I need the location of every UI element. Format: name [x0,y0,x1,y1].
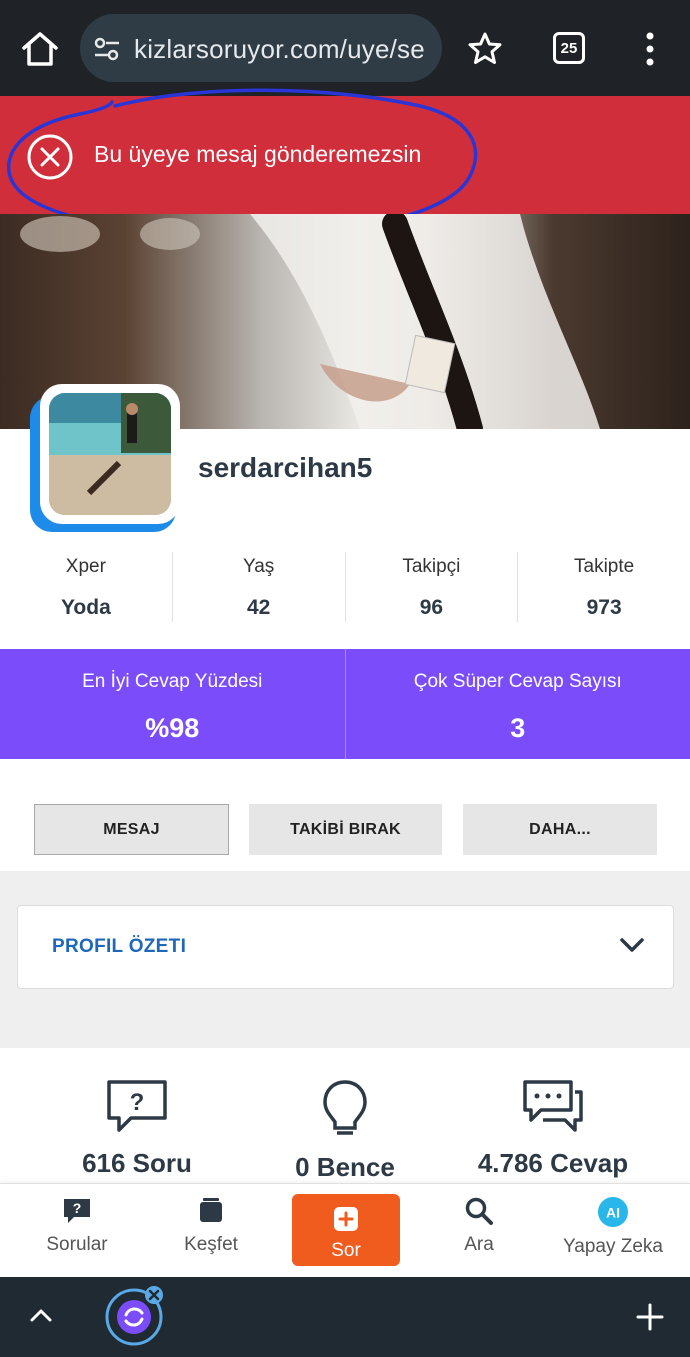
stat-label: Takipçi [402,556,461,577]
stat-xper: Xper Yoda [0,552,173,622]
nav-label: Yapay Zeka [563,1236,663,1257]
browser-bottom-bar [0,1277,690,1357]
username: serdarcihan5 [198,452,373,483]
nav-label: Keşfet [184,1234,238,1255]
overflow-menu-icon[interactable] [640,30,660,70]
lightbulb-icon [323,1080,367,1135]
highlights-band: En İyi Cevap Yüzdesi %98 Çok Süper Cevap… [0,649,690,759]
question-count[interactable]: ? 616 Soru [62,1078,212,1179]
svg-text:AI: AI [606,1205,620,1221]
avatar[interactable] [40,384,180,524]
profile-summary-label: PROFIL ÖZETI [52,936,187,957]
stat-following[interactable]: Takipte 973 [518,552,690,622]
svg-text:?: ? [130,1089,145,1116]
svg-text:?: ? [73,1200,82,1216]
site-settings-icon[interactable] [92,34,122,64]
question-bubble-icon: ? [107,1080,167,1132]
stat-value: 42 [246,596,271,619]
plus-icon [334,1207,358,1231]
question-icon: ? [64,1199,90,1223]
highlight-label: Çok Süper Cevap Sayısı [413,671,622,692]
home-icon[interactable] [18,26,62,70]
unfollow-button[interactable]: TAKİBİ BIRAK [249,804,442,855]
stat-label: Yaş [242,556,275,577]
profile-stats: Xper Yoda Yaş 42 Takipçi 96 Takipte 973 [0,552,690,622]
count-label: 616 Soru [82,1148,192,1178]
stat-value: Yoda [60,596,111,619]
highlight-value: 3 [510,713,526,743]
nav-ara[interactable]: Ara [414,1196,544,1256]
stat-followers[interactable]: Takipçi 96 [346,552,519,622]
profile-actions: MESAJ TAKİBİ BIRAK DAHA... [0,759,690,871]
tab-switcher-button[interactable]: 25 [553,32,585,64]
browser-toolbar: kizlarsoruyor.com/uye/se 25 [0,0,690,96]
url-text: kizlarsoruyor.com/uye/se [134,34,425,64]
stat-value: 973 [586,596,622,619]
highlight-value: %98 [145,713,200,743]
best-answer-percentage: En İyi Cevap Yüzdesi %98 [0,649,346,759]
close-circle-icon[interactable] [26,133,74,181]
floating-bubble-icon[interactable] [104,1285,166,1347]
opinion-count[interactable]: 0 Bence [270,1078,420,1183]
new-tab-plus-icon[interactable] [636,1303,664,1331]
highlight-label: En İyi Cevap Yüzdesi [82,671,263,692]
message-button[interactable]: MESAJ [34,804,229,855]
count-label: 0 Bence [295,1152,395,1182]
ai-icon: AI [598,1197,628,1227]
bookmark-star-icon[interactable] [466,30,504,68]
nav-kesfet[interactable]: Keşfet [146,1196,276,1256]
answers-bubble-icon [523,1080,583,1132]
cards-icon [200,1198,222,1222]
profile-summary-accordion[interactable]: PROFIL ÖZETI [17,905,674,989]
stat-age: Yaş 42 [173,552,346,622]
nav-label: Sorular [46,1234,108,1255]
nav-yapay-zeka[interactable]: AI Yapay Zeka [548,1196,678,1258]
more-button[interactable]: DAHA... [463,804,657,855]
stat-label: Takipte [574,556,635,577]
chevron-up-icon[interactable] [28,1305,54,1325]
super-answer-count: Çok Süper Cevap Sayısı 3 [346,649,690,759]
answer-count[interactable]: 4.786 Cevap [468,1078,638,1179]
stat-label: Xper [65,556,106,577]
nav-label: Sor [331,1240,361,1261]
site-bottom-nav: ? Sorular Keşfet Sor Ara AI Yapay Zeka [0,1183,690,1277]
nav-label: Ara [464,1234,494,1255]
chevron-down-icon [620,938,644,952]
nav-sor[interactable]: Sor [292,1194,400,1266]
alert-message: Bu üyeye mesaj gönderemezsin [94,141,422,167]
activity-counts: ? 616 Soru 0 Bence 4.786 Cevap [0,1048,690,1188]
count-label: 4.786 Cevap [477,1148,629,1178]
stat-value: 96 [419,596,444,619]
search-icon [465,1197,493,1225]
nav-sorular[interactable]: ? Sorular [12,1196,142,1256]
address-bar[interactable]: kizlarsoruyor.com/uye/se [80,14,442,82]
